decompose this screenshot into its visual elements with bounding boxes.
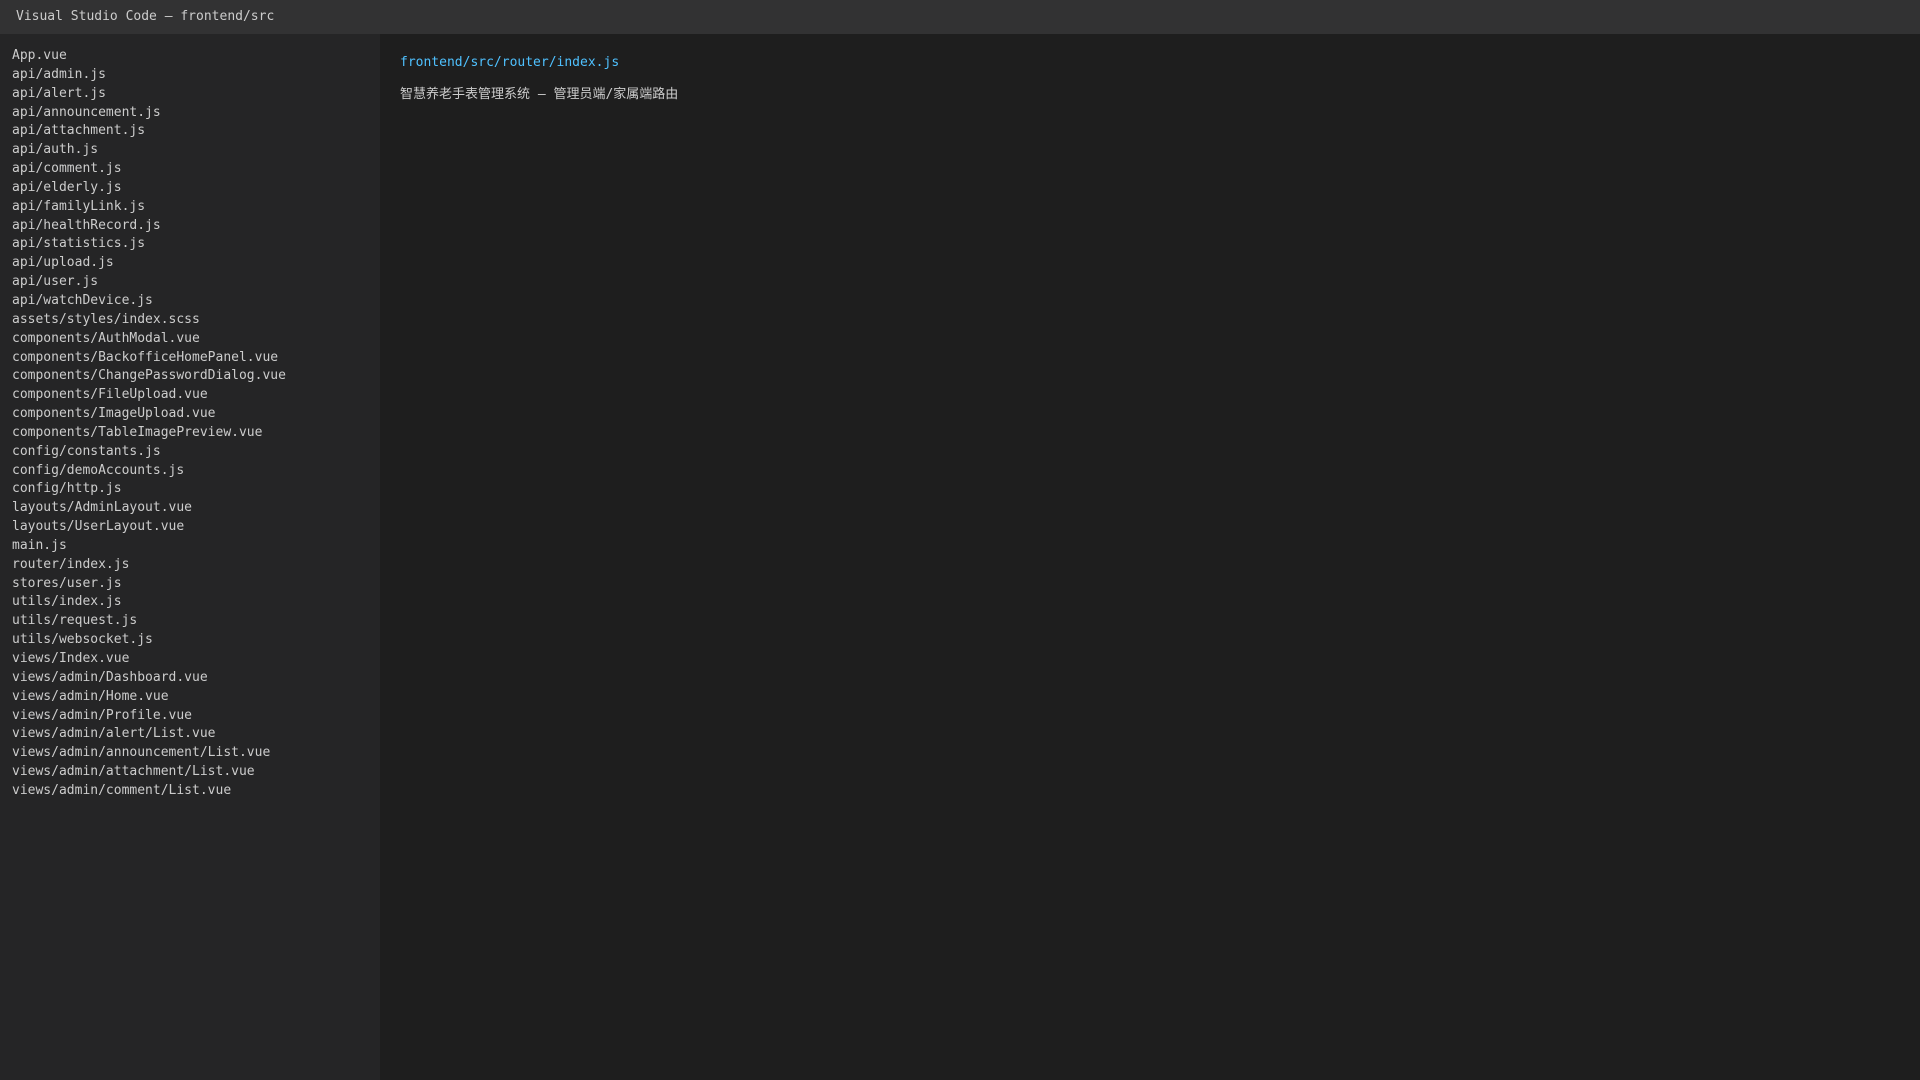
file-item[interactable]: api/familyLink.js xyxy=(12,198,380,217)
file-item[interactable]: layouts/UserLayout.vue xyxy=(12,518,380,537)
file-item[interactable]: api/comment.js xyxy=(12,160,380,179)
file-item[interactable]: config/demoAccounts.js xyxy=(12,462,380,481)
file-item[interactable]: api/user.js xyxy=(12,273,380,292)
file-item[interactable]: views/admin/Profile.vue xyxy=(12,707,380,726)
vscode-window: Visual Studio Code — frontend/src App.vu… xyxy=(0,0,1920,1080)
file-item[interactable]: views/admin/announcement/List.vue xyxy=(12,744,380,763)
file-item[interactable]: api/upload.js xyxy=(12,254,380,273)
file-description: 智慧养老手表管理系统 — 管理员端/家属端路由 xyxy=(400,87,679,102)
file-item[interactable]: views/admin/Home.vue xyxy=(12,688,380,707)
file-item[interactable]: components/ChangePasswordDialog.vue xyxy=(12,367,380,386)
file-item[interactable]: views/Index.vue xyxy=(12,650,380,669)
file-item[interactable]: api/alert.js xyxy=(12,85,380,104)
file-item[interactable]: api/announcement.js xyxy=(12,104,380,123)
file-item[interactable]: api/attachment.js xyxy=(12,122,380,141)
file-item[interactable]: components/BackofficeHomePanel.vue xyxy=(12,349,380,368)
file-item[interactable]: api/auth.js xyxy=(12,141,380,160)
file-explorer-sidebar: App.vue api/admin.js api/alert.js api/annou… xyxy=(0,34,380,1080)
file-item[interactable]: assets/styles/index.scss xyxy=(12,311,380,330)
file-list: App.vue api/admin.js api/alert.js api/annou… xyxy=(12,47,380,801)
file-item[interactable]: views/admin/attachment/List.vue xyxy=(12,763,380,782)
file-item[interactable]: components/AuthModal.vue xyxy=(12,330,380,349)
file-item[interactable]: api/statistics.js xyxy=(12,235,380,254)
file-item[interactable]: App.vue xyxy=(12,47,380,66)
file-item[interactable]: stores/user.js xyxy=(12,575,380,594)
file-item[interactable]: api/watchDevice.js xyxy=(12,292,380,311)
file-item[interactable]: api/elderly.js xyxy=(12,179,380,198)
file-item[interactable]: utils/request.js xyxy=(12,612,380,631)
title-bar: Visual Studio Code — frontend/src xyxy=(0,0,1920,34)
file-item[interactable]: components/FileUpload.vue xyxy=(12,386,380,405)
file-item[interactable]: config/constants.js xyxy=(12,443,380,462)
file-item[interactable]: api/healthRecord.js xyxy=(12,217,380,236)
file-item[interactable]: utils/index.js xyxy=(12,593,380,612)
editor-area: frontend/src/router/index.js 智慧养老手表管理系统 … xyxy=(380,34,1920,1080)
file-item[interactable]: api/admin.js xyxy=(12,66,380,85)
file-item[interactable]: views/admin/comment/List.vue xyxy=(12,782,380,801)
file-item[interactable]: config/http.js xyxy=(12,480,380,499)
file-item[interactable]: views/admin/alert/List.vue xyxy=(12,725,380,744)
open-file-path: frontend/src/router/index.js xyxy=(400,55,620,70)
file-item[interactable]: components/ImageUpload.vue xyxy=(12,405,380,424)
file-item[interactable]: components/TableImagePreview.vue xyxy=(12,424,380,443)
file-item[interactable]: router/index.js xyxy=(12,556,380,575)
file-item[interactable]: utils/websocket.js xyxy=(12,631,380,650)
file-item[interactable]: views/admin/Dashboard.vue xyxy=(12,669,380,688)
window-title: Visual Studio Code — frontend/src xyxy=(16,9,275,24)
file-item[interactable]: layouts/AdminLayout.vue xyxy=(12,499,380,518)
file-item[interactable]: main.js xyxy=(12,537,380,556)
